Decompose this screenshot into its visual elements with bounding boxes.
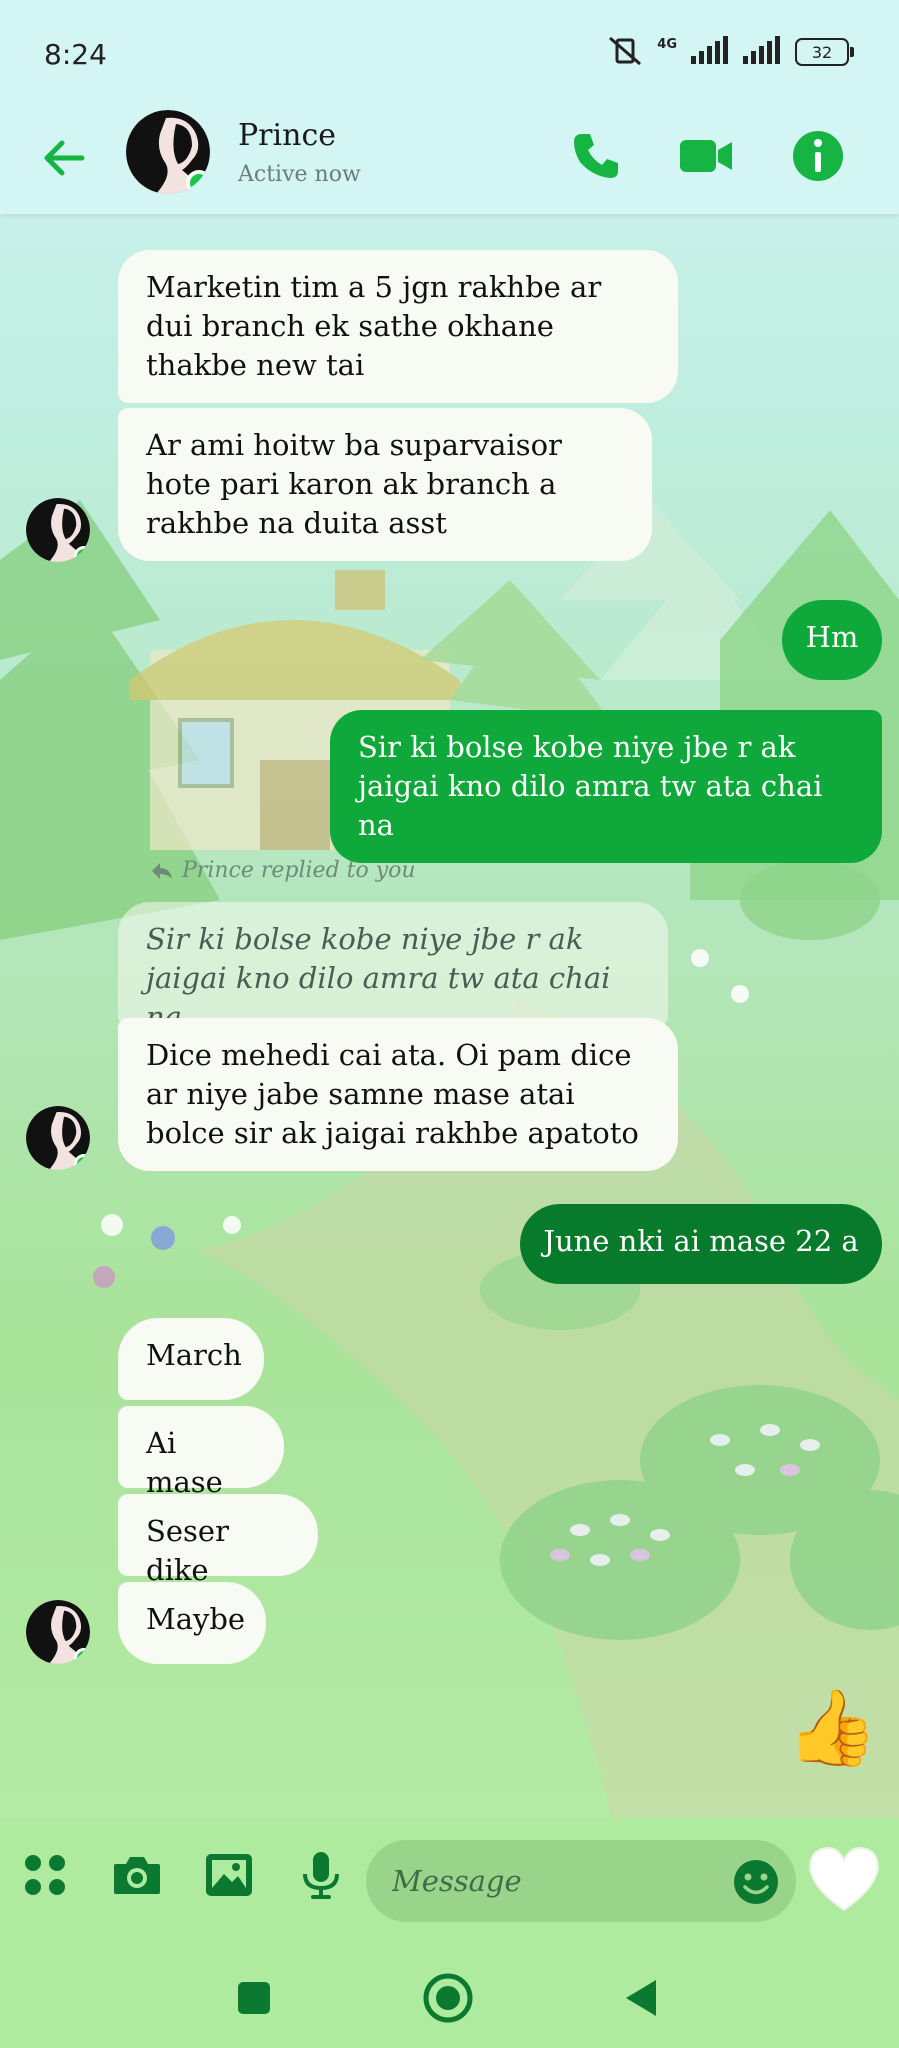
quoted-message[interactable]: Sir ki bolse kobe niye jbe r ak jaigai k… bbox=[118, 902, 668, 1034]
info-icon bbox=[793, 131, 843, 181]
gallery-button[interactable] bbox=[202, 1848, 256, 1902]
home-button[interactable] bbox=[420, 1970, 476, 2026]
camera-button[interactable] bbox=[110, 1848, 164, 1902]
voice-message-button[interactable] bbox=[294, 1848, 348, 1902]
reply-arrow-icon bbox=[152, 862, 172, 879]
circle-home-icon bbox=[423, 1973, 473, 2023]
recent-apps-button[interactable] bbox=[226, 1970, 282, 2026]
sender-avatar[interactable] bbox=[26, 498, 90, 562]
thumbs-up-message[interactable]: 👍 bbox=[786, 1688, 878, 1768]
message-sent-2[interactable]: Sir ki bolse kobe niye jbe r ak jaigai k… bbox=[330, 710, 882, 863]
back-nav-button[interactable] bbox=[614, 1970, 670, 2026]
microphone-icon bbox=[303, 1852, 339, 1899]
message-text: Ai mase bbox=[146, 1426, 223, 1499]
sender-avatar[interactable] bbox=[26, 1106, 90, 1170]
send-heart-button[interactable] bbox=[806, 1844, 882, 1914]
voice-call-button[interactable] bbox=[568, 128, 624, 184]
heart-icon bbox=[808, 1846, 880, 1912]
sender-avatar[interactable] bbox=[26, 1600, 90, 1664]
emoji-button[interactable] bbox=[732, 1858, 780, 1906]
vibrate-off-icon bbox=[607, 34, 643, 70]
more-actions-button[interactable] bbox=[18, 1848, 72, 1902]
grid-dots-icon bbox=[25, 1855, 65, 1895]
triangle-back-icon bbox=[626, 1980, 656, 2016]
message-received-4[interactable]: March bbox=[118, 1318, 264, 1400]
message-received-3[interactable]: Dice mehedi cai ata. Oi pam dice ar niye… bbox=[118, 1018, 678, 1171]
video-camera-icon bbox=[680, 140, 732, 172]
message-text: Hm bbox=[805, 620, 859, 654]
status-icons: 4G 32 bbox=[607, 34, 854, 70]
message-text: June nki ai mase 22 a bbox=[543, 1224, 859, 1258]
message-text: Sir ki bolse kobe niye jbe r ak jaigai k… bbox=[358, 730, 823, 842]
message-received-2[interactable]: Ar ami hoitw ba suparvaisor hote pari ka… bbox=[118, 408, 652, 561]
back-button[interactable] bbox=[38, 132, 90, 184]
signal-icon-2 bbox=[743, 36, 781, 68]
phone-icon bbox=[574, 134, 618, 178]
online-indicator bbox=[74, 546, 90, 562]
message-text: Maybe bbox=[146, 1602, 246, 1636]
contact-name[interactable]: Prince bbox=[238, 118, 336, 153]
message-text: Ar ami hoitw ba suparvaisor hote pari ka… bbox=[146, 428, 562, 540]
square-icon bbox=[238, 1982, 270, 2014]
message-received-1[interactable]: Marketin tim a 5 jgn rakhbe ar dui branc… bbox=[118, 250, 678, 403]
message-sent-1[interactable]: Hm bbox=[782, 600, 882, 680]
message-composer bbox=[0, 1818, 899, 1948]
contact-status: Active now bbox=[238, 162, 361, 187]
message-received-6[interactable]: Seser dike bbox=[118, 1494, 318, 1587]
message-sent-3[interactable]: June nki ai mase 22 a bbox=[520, 1204, 882, 1284]
image-icon bbox=[206, 1854, 252, 1896]
reply-label: Prince replied to you bbox=[182, 858, 416, 883]
message-received-5[interactable]: Ai mase bbox=[118, 1406, 284, 1499]
network-type-label: 4G bbox=[657, 36, 677, 52]
status-time: 8:24 bbox=[44, 38, 107, 71]
online-indicator bbox=[74, 1648, 90, 1664]
online-indicator bbox=[186, 170, 210, 194]
message-text: Marketin tim a 5 jgn rakhbe ar dui branc… bbox=[146, 270, 602, 382]
battery-level: 32 bbox=[811, 42, 833, 62]
message-text: March bbox=[146, 1338, 242, 1372]
online-indicator bbox=[74, 1154, 90, 1170]
message-received-7[interactable]: Maybe bbox=[118, 1582, 266, 1664]
system-navigation-bar bbox=[0, 1948, 899, 2048]
message-text: Dice mehedi cai ata. Oi pam dice ar niye… bbox=[146, 1038, 639, 1150]
back-arrow-icon bbox=[44, 140, 85, 176]
chat-header: Prince Active now bbox=[0, 110, 899, 214]
contact-avatar[interactable] bbox=[126, 110, 210, 194]
status-bar: 8:24 4G 32 bbox=[0, 0, 899, 110]
reply-indicator: Prince replied to you bbox=[150, 858, 416, 883]
smiley-icon bbox=[734, 1860, 778, 1904]
signal-icon-1 bbox=[691, 36, 729, 68]
video-call-button[interactable] bbox=[676, 128, 732, 184]
battery-icon: 32 bbox=[795, 38, 854, 66]
camera-icon bbox=[114, 1857, 160, 1894]
conversation-info-button[interactable] bbox=[790, 128, 846, 184]
